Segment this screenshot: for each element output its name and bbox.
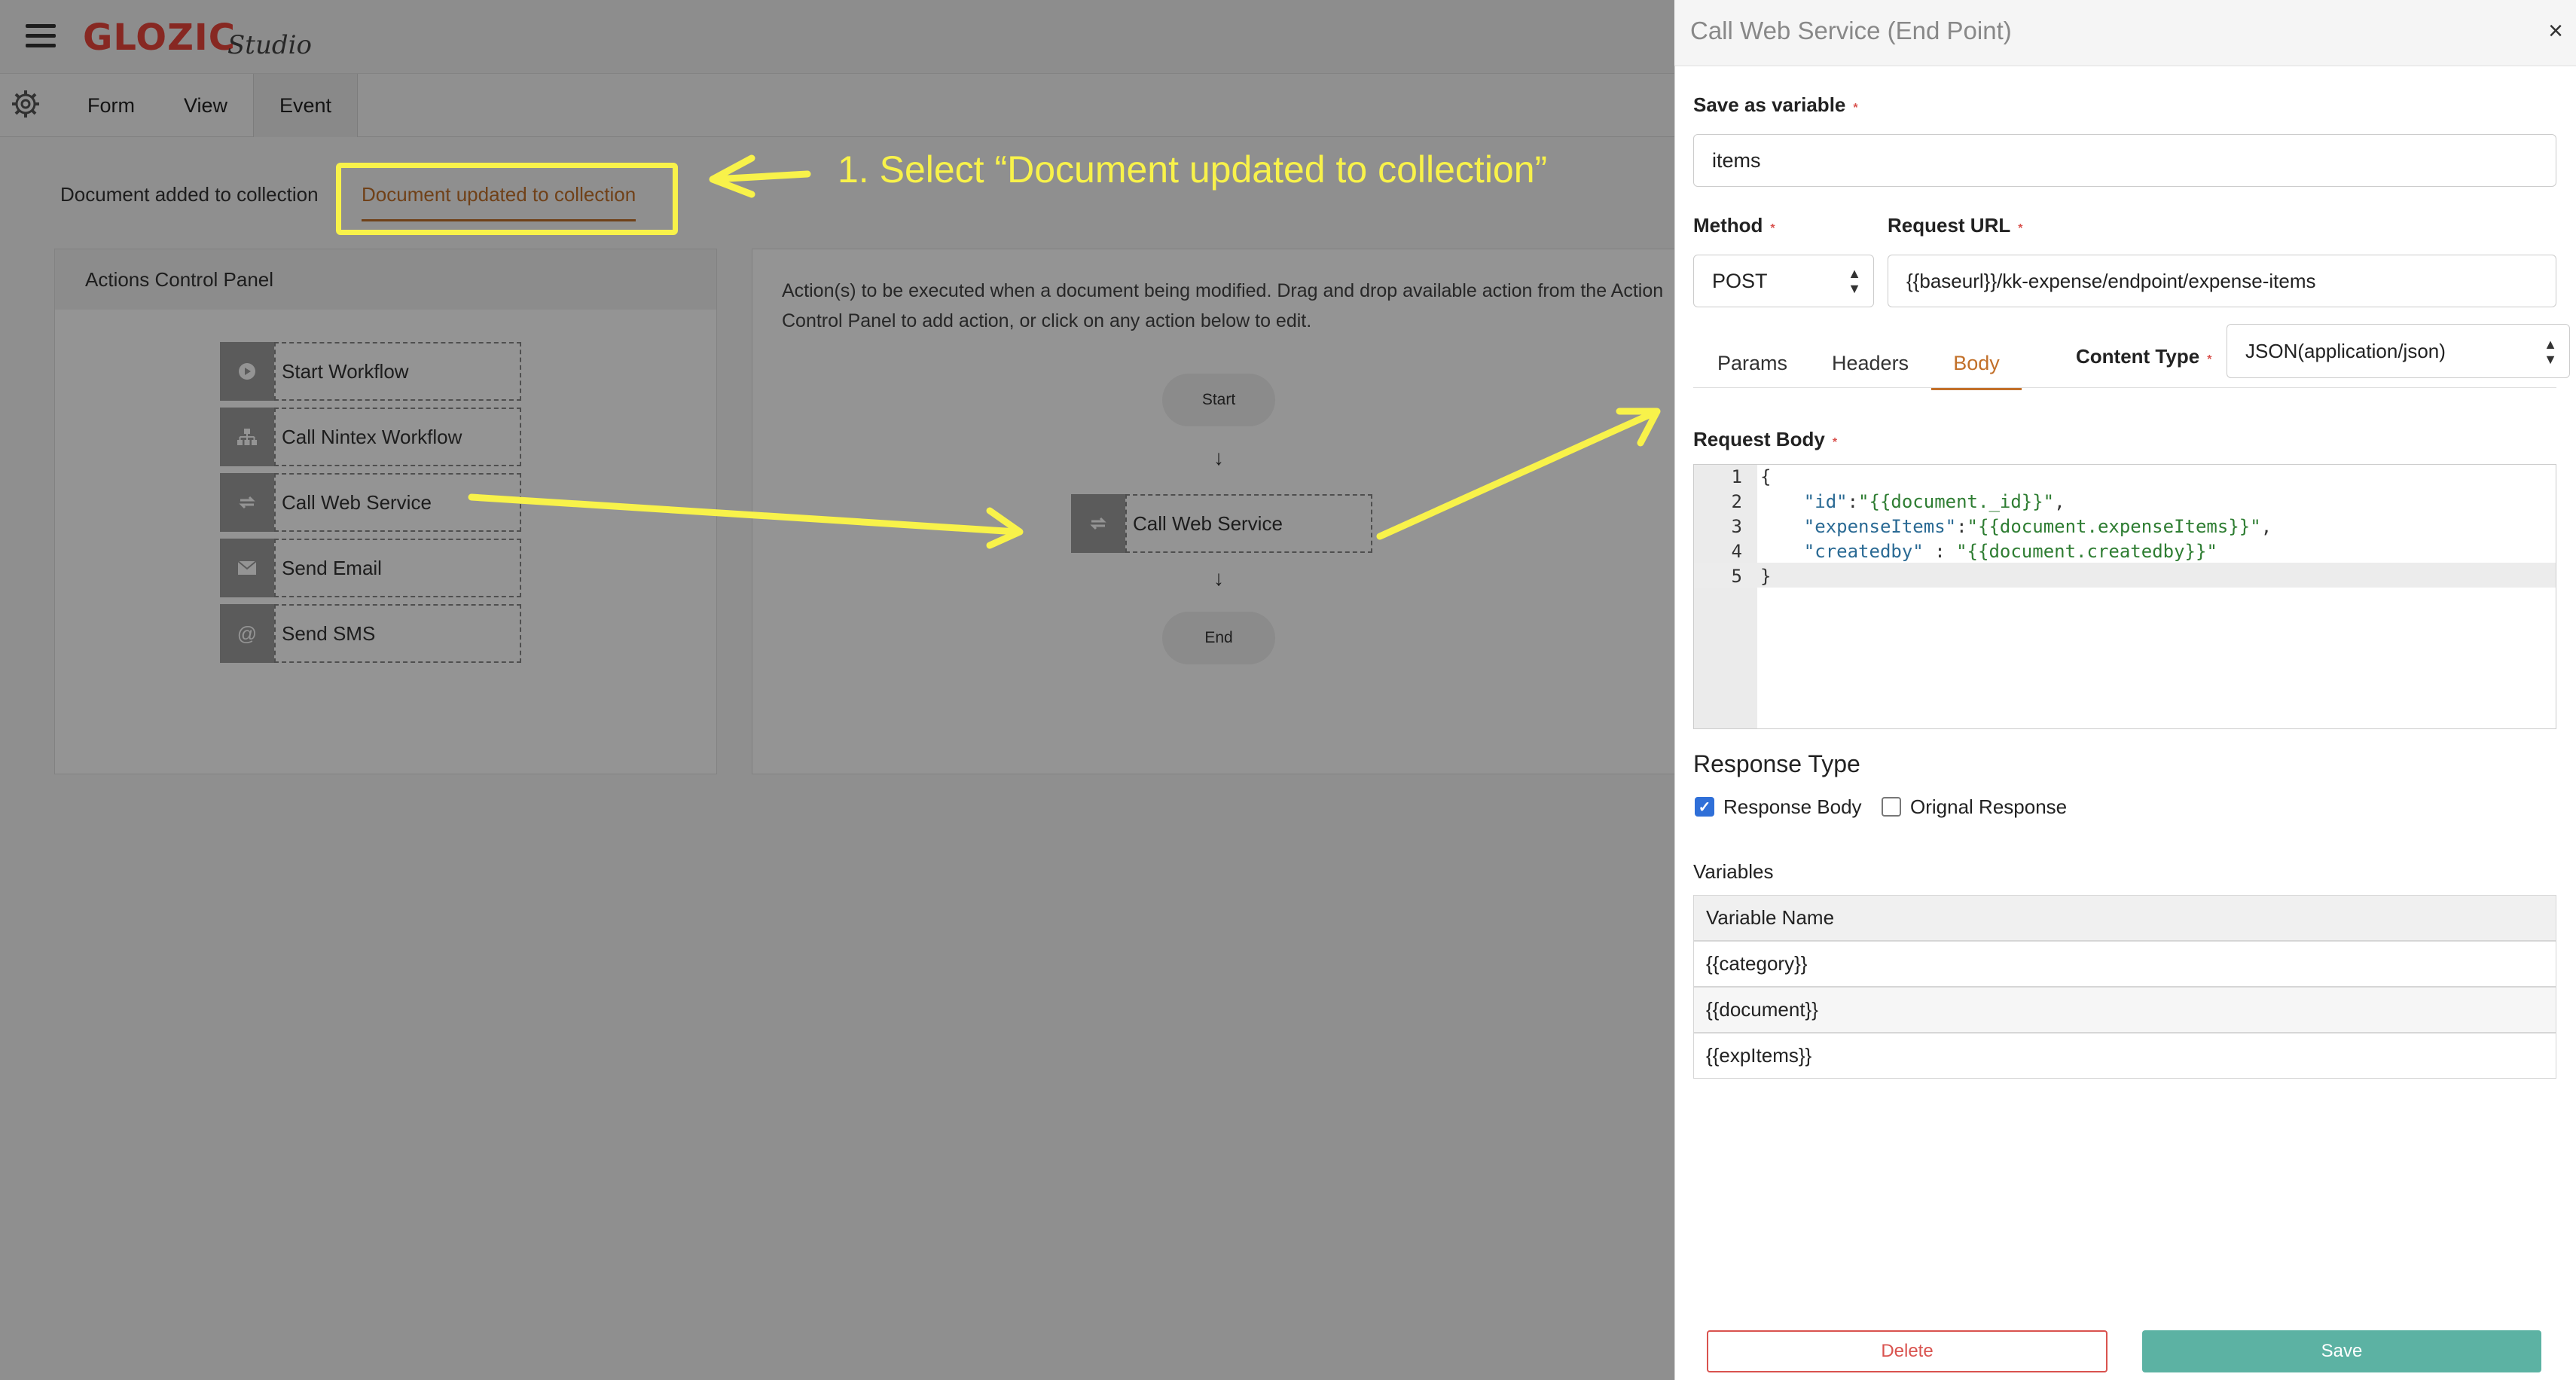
url-value: {{baseurl}}/kk-expense/endpoint/expense-… — [1906, 269, 2316, 292]
content-type-label: Content Type * — [2076, 345, 2211, 368]
json-key: "id" — [1803, 491, 1848, 512]
tab-body[interactable]: Body — [1931, 336, 2022, 390]
json-sep: : — [1956, 516, 1967, 537]
code-line-1: { — [1760, 466, 1772, 487]
method-label: Method * — [1693, 214, 1775, 237]
request-body-label: Request Body * — [1693, 428, 1837, 451]
url-label-text: Request URL — [1888, 214, 2011, 237]
content-type-label-text: Content Type — [2076, 345, 2200, 368]
highlight-box — [336, 163, 678, 235]
tabs-divider — [1693, 387, 2556, 388]
json-sep: : — [1847, 491, 1859, 512]
original-response-checkbox[interactable] — [1882, 797, 1901, 817]
required-mark: * — [1832, 436, 1838, 449]
code-line-5: } — [1760, 566, 1772, 587]
delete-button[interactable]: Delete — [1707, 1330, 2107, 1372]
line-number: 5 — [1731, 566, 1742, 587]
annotation-text: 1. Select “Document updated to collectio… — [838, 148, 1548, 191]
url-label: Request URL * — [1888, 214, 2022, 237]
table-header: Variable Name — [1693, 895, 2556, 941]
json-comma: , — [2054, 491, 2065, 512]
line-number: 2 — [1731, 491, 1742, 512]
json-value: "{{document._id}}" — [1858, 491, 2055, 512]
content-type-select[interactable]: JSON(application/json) ▲ ▼ — [2227, 324, 2570, 378]
code-line-2: "id":"{{document._id}}", — [1760, 491, 2065, 512]
panel-title: Call Web Service (End Point) — [1690, 17, 2012, 44]
response-body-label: Response Body — [1723, 795, 1862, 818]
json-sep: : — [1923, 541, 1957, 562]
select-arrows-icon: ▲ ▼ — [2544, 337, 2557, 367]
tab-headers[interactable]: Headers — [1832, 336, 1909, 390]
json-value: "{{document.createdby}}" — [1956, 541, 2217, 562]
tab-params[interactable]: Params — [1717, 336, 1787, 390]
code-line-4: "createdby" : "{{document.createdby}}" — [1760, 541, 2217, 562]
save-as-value: items — [1712, 148, 1761, 172]
required-mark: * — [2018, 222, 2023, 235]
content-type-value: JSON(application/json) — [2245, 339, 2446, 362]
method-value: POST — [1712, 269, 1768, 292]
json-comma: , — [2260, 516, 2272, 537]
table-row[interactable]: {{category}} — [1693, 941, 2556, 987]
required-mark: * — [1770, 222, 1775, 235]
required-mark: * — [1853, 102, 1858, 114]
method-select[interactable]: POST ▲ ▼ — [1693, 255, 1874, 307]
code-editor[interactable]: 1 2 3 4 5 { "id":"{{document._id}}", "ex… — [1693, 464, 2556, 729]
save-button[interactable]: Save — [2142, 1330, 2541, 1372]
table-row[interactable]: {{expItems}} — [1693, 1033, 2556, 1079]
json-key: "createdby" — [1803, 541, 1924, 562]
json-value: "{{document.expenseItems}}" — [1967, 516, 2261, 537]
save-as-label: Save as variable * — [1693, 93, 1858, 117]
select-arrows-icon: ▲ ▼ — [1848, 266, 1861, 296]
close-icon[interactable]: × — [2544, 17, 2567, 46]
method-label-text: Method — [1693, 214, 1763, 237]
line-number: 4 — [1731, 541, 1742, 562]
current-line-highlight — [1694, 563, 2556, 588]
request-body-label-text: Request Body — [1693, 428, 1825, 450]
line-number: 1 — [1731, 466, 1742, 487]
save-as-variable-input[interactable]: items — [1693, 134, 2556, 187]
request-url-input[interactable]: {{baseurl}}/kk-expense/endpoint/expense-… — [1888, 255, 2556, 307]
required-mark: * — [2207, 353, 2212, 366]
response-body-checkbox[interactable]: ✓ — [1695, 797, 1714, 817]
code-line-3: "expenseItems":"{{document.expenseItems}… — [1760, 516, 2272, 537]
save-as-label-text: Save as variable — [1693, 93, 1846, 116]
json-key: "expenseItems" — [1803, 516, 1957, 537]
response-type-heading: Response Type — [1693, 750, 1860, 777]
modal-backdrop[interactable] — [0, 0, 1674, 1380]
original-response-label: Orignal Response — [1910, 795, 2068, 818]
variables-heading: Variables — [1693, 860, 1774, 883]
line-number: 3 — [1731, 516, 1742, 537]
table-row[interactable]: {{document}} — [1693, 987, 2556, 1033]
